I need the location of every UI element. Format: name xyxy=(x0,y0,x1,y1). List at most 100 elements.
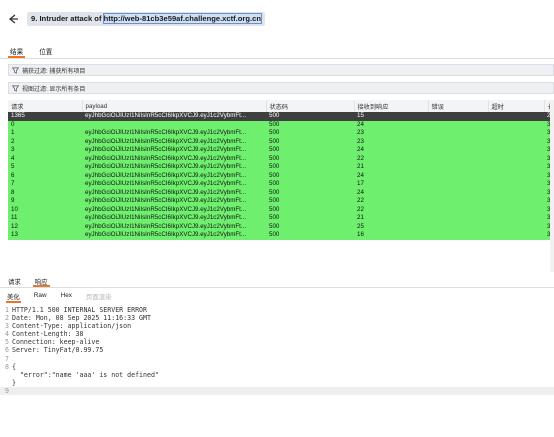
code-text: Content-Length: 38 xyxy=(12,330,84,339)
timeout-cell xyxy=(488,129,544,138)
line-number: 4 xyxy=(5,330,9,339)
column-header-status[interactable]: 状态码 xyxy=(266,100,355,112)
error-cell xyxy=(428,163,488,172)
received-cell: 25 xyxy=(354,222,428,231)
attack-title[interactable]: 9. Intruder attack of http://web-81cb3e5… xyxy=(27,12,265,26)
table-row[interactable]: 11 eyJhbGciOiJIUzI1NiIsInR5cCI6IkpXVCJ9.e… xyxy=(8,214,554,223)
table-row[interactable]: 050024324 xyxy=(8,120,554,129)
code-text: Date: Mon, 08 Sep 2025 11:16:33 GMT xyxy=(12,314,151,323)
error-cell xyxy=(428,120,488,129)
capture-filter-bar[interactable]: 捕获过滤: 捕获所有项目 xyxy=(8,64,554,76)
attack-title-url: http://web-81cb3e59af.challenge.xctf.org… xyxy=(102,13,263,24)
request-cell: 6 xyxy=(8,171,82,180)
code-line: "error":"name 'aaa' is not defined" xyxy=(0,371,554,379)
error-cell xyxy=(428,137,488,146)
timeout-cell xyxy=(488,137,544,146)
table-row[interactable]: 1 eyJhbGciOiJIUzI1NiIsInR5cCI6IkpXVCJ9.ey… xyxy=(8,129,554,138)
table-row[interactable]: 1365 eyJhbGciOiJIUzI1NiIsInR5cCI6IkpXVCJ9… xyxy=(8,112,554,121)
table-row[interactable]: 6 eyJhbGciOiJIUzI1NiIsInR5cCI6IkpXVCJ9.ey… xyxy=(8,171,554,180)
code-line: 3 Content-Type: application/json xyxy=(0,322,554,330)
code-line: 7 xyxy=(0,355,554,363)
code-line: 2 Date: Mon, 08 Sep 2025 11:16:33 GMT xyxy=(0,314,554,322)
payload-cell: eyJhbGciOiJIUzI1NiIsInR5cCI6IkpXVCJ9.eyJ… xyxy=(82,214,266,223)
column-header-error[interactable]: 错误 xyxy=(428,100,489,112)
tab-raw[interactable]: Raw xyxy=(33,292,48,303)
timeout-cell xyxy=(488,154,544,163)
request-cell: 1365 xyxy=(8,112,82,121)
table-scrollbar[interactable] xyxy=(550,100,554,272)
status-cell: 500 xyxy=(266,205,354,214)
code-line: 8{ xyxy=(0,363,554,371)
request-cell: 1 xyxy=(8,129,82,138)
line-number: 3 xyxy=(5,322,9,331)
received-cell: 24 xyxy=(354,146,428,155)
table-row[interactable]: 3 eyJhbGciOiJIUzI1NiIsInR5cCI6IkpXVCJ9.ey… xyxy=(8,146,554,155)
code-line: 5 Connection: keep-alive xyxy=(0,338,554,346)
payload-cell: eyJhbGciOiJIUzI1NiIsInR5cCI6IkpXVCJ9.eyJ… xyxy=(82,222,266,231)
request-cell: 5 xyxy=(8,163,82,172)
request-cell: 8 xyxy=(8,188,82,197)
error-cell xyxy=(428,146,488,155)
code-text: "error":"name 'aaa' is not defined" xyxy=(12,370,159,379)
code-text: Content-Type: application/json xyxy=(12,322,132,331)
title-bar: 9. Intruder attack of http://web-81cb3e5… xyxy=(0,0,554,38)
code-text: Server: TinyFat/0.99.75 xyxy=(12,346,104,355)
table-row[interactable]: 9 eyJhbGciOiJIUzI1NiIsInR5cCI6IkpXVCJ9.ey… xyxy=(8,197,554,206)
tab-pretty[interactable]: 美化 xyxy=(6,292,21,303)
filter-icon xyxy=(12,67,19,74)
table-row[interactable]: 10 eyJhbGciOiJIUzI1NiIsInR5cCI6IkpXVCJ9.e… xyxy=(8,205,554,214)
timeout-cell xyxy=(488,197,544,206)
column-header-timeout[interactable]: 超时 xyxy=(488,100,545,112)
error-cell xyxy=(428,129,488,138)
timeout-cell xyxy=(488,205,544,214)
status-cell: 500 xyxy=(266,146,354,155)
payload-cell: eyJhbGciOiJIUzI1NiIsInR5cCI6IkpXVCJ9.eyJ… xyxy=(82,129,266,138)
column-header-request[interactable]: 请求 xyxy=(8,100,83,112)
status-cell: 500 xyxy=(266,137,354,146)
table-row[interactable]: 2 eyJhbGciOiJIUzI1NiIsInR5cCI6IkpXVCJ9.ey… xyxy=(8,137,554,146)
back-arrow-icon[interactable] xyxy=(6,12,20,26)
results-table: 请求 payload 状态码 接收到响应 错误 超时 长度 1365eyJhbG… xyxy=(8,100,554,272)
request-cell: 9 xyxy=(8,197,82,206)
received-cell: 17 xyxy=(354,180,428,189)
table-row[interactable]: 12 eyJhbGciOiJIUzI1NiIsInR5cCI6IkpXVCJ9.e… xyxy=(8,222,554,231)
received-cell: 22 xyxy=(354,205,428,214)
request-cell: 12 xyxy=(8,222,82,231)
request-cell: 11 xyxy=(8,214,82,223)
status-cell: 500 xyxy=(266,188,354,197)
view-filter-bar[interactable]: 视图过滤: 显示所有条目 xyxy=(8,82,554,94)
line-number: 6 xyxy=(5,346,9,355)
error-cell xyxy=(428,214,488,223)
tab-request[interactable]: 请求 xyxy=(6,276,23,287)
timeout-cell xyxy=(488,163,544,172)
payload-cell: eyJhbGciOiJIUzI1NiIsInR5cCI6IkpXVCJ9.eyJ… xyxy=(82,112,266,121)
table-row[interactable]: 7 eyJhbGciOiJIUzI1NiIsInR5cCI6IkpXVCJ9.ey… xyxy=(8,180,554,189)
tab-positions[interactable]: 位置 xyxy=(37,44,54,58)
main-tabs: 结果 位置 xyxy=(8,44,54,58)
tab-hex[interactable]: Hex xyxy=(60,292,73,303)
tab-render: 页面渲染 xyxy=(85,294,112,301)
response-editor[interactable]: 1 HTTP/1.1 500 INTERNAL SERVER ERROR 2 Date… xyxy=(0,306,554,418)
message-tabs: 请求 响应 xyxy=(0,276,554,288)
status-cell: 500 xyxy=(266,231,354,240)
payload-cell: eyJhbGciOiJIUzI1NiIsInR5cCI6IkpXVCJ9.eyJ… xyxy=(82,231,266,240)
payload-cell xyxy=(82,120,266,129)
error-cell xyxy=(428,112,488,121)
table-row[interactable]: 4 eyJhbGciOiJIUzI1NiIsInR5cCI6IkpXVCJ9.ey… xyxy=(8,154,554,163)
tab-divider xyxy=(0,58,554,59)
line-number: 1 xyxy=(5,306,9,314)
timeout-cell xyxy=(488,222,544,231)
line-number: 7 xyxy=(5,354,9,363)
table-row[interactable]: 8 eyJhbGciOiJIUzI1NiIsInR5cCI6IkpXVCJ9.ey… xyxy=(8,188,554,197)
table-row[interactable]: 13 eyJhbGciOiJIUzI1NiIsInR5cCI6IkpXVCJ9.e… xyxy=(8,231,554,240)
status-cell: 500 xyxy=(266,129,354,138)
status-cell: 500 xyxy=(266,120,354,129)
tab-results[interactable]: 结果 xyxy=(8,44,26,58)
table-row[interactable]: 5 eyJhbGciOiJIUzI1NiIsInR5cCI6IkpXVCJ9.ey… xyxy=(8,163,554,172)
column-header-received[interactable]: 接收到响应 xyxy=(354,100,429,112)
request-cell: 3 xyxy=(8,146,82,155)
error-cell xyxy=(428,154,488,163)
tab-response[interactable]: 响应 xyxy=(32,276,50,287)
timeout-cell xyxy=(488,231,544,240)
column-header-payload[interactable]: payload xyxy=(82,100,267,112)
